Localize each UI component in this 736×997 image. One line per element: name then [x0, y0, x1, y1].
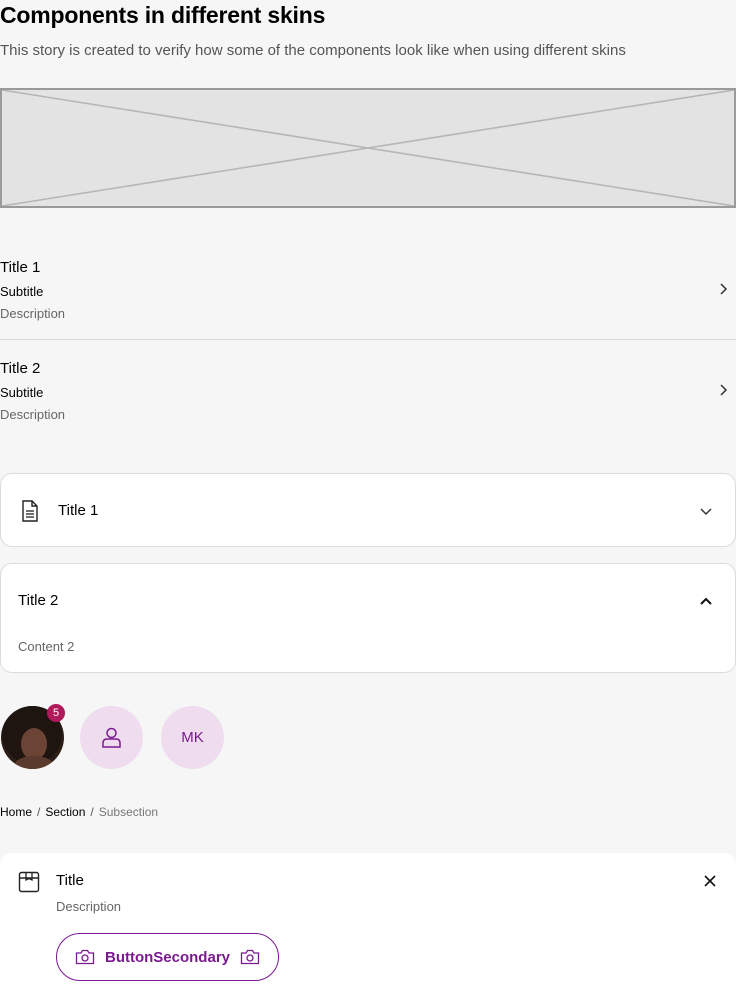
row-subtitle: Subtitle	[0, 385, 44, 400]
chevron-down-icon	[700, 508, 712, 516]
breadcrumb-separator: /	[90, 805, 94, 819]
chevron-up-icon	[700, 597, 712, 605]
box-icon	[18, 871, 40, 893]
avatar-icon[interactable]	[80, 706, 143, 769]
placeholder-cross-icon	[2, 90, 734, 206]
close-icon[interactable]	[704, 875, 716, 887]
accordion-title: Title 2	[18, 592, 59, 609]
camera-icon	[240, 949, 260, 965]
accordion-item-2[interactable]: Title 2 Content 2	[0, 563, 736, 673]
page-title: Components in different skins	[0, 2, 326, 28]
accordion-title: Title 1	[58, 502, 99, 519]
callout: Title Description ButtonSecondary	[0, 853, 736, 997]
breadcrumb-section[interactable]: Section	[45, 805, 85, 819]
row-subtitle: Subtitle	[0, 284, 44, 299]
chevron-right-icon	[720, 384, 728, 396]
accordion-content: Content 2	[18, 639, 75, 654]
row-title: Title 1	[0, 259, 41, 276]
button-secondary[interactable]: ButtonSecondary	[56, 933, 279, 981]
row-title: Title 2	[0, 360, 41, 377]
breadcrumb: Home / Section / Subsection	[0, 805, 158, 819]
image-placeholder	[0, 88, 736, 208]
breadcrumb-separator: /	[37, 805, 41, 819]
breadcrumb-current: Subsection	[98, 805, 159, 819]
row-description: Description	[0, 407, 66, 422]
list-row-2[interactable]: Title 2 Subtitle Description	[0, 340, 736, 441]
page-description: This story is created to verify how some…	[0, 42, 626, 59]
breadcrumb-home[interactable]: Home	[0, 805, 32, 819]
row-description: Description	[0, 306, 66, 321]
list-row-1[interactable]: Title 1 Subtitle Description	[0, 239, 736, 340]
notification-badge: 5	[47, 704, 65, 722]
callout-title: Title	[56, 872, 84, 889]
user-icon	[102, 727, 121, 748]
document-icon	[22, 500, 38, 522]
callout-description: Description	[56, 899, 122, 914]
button-label: ButtonSecondary	[104, 948, 230, 966]
accordion-item-1[interactable]: Title 1	[0, 473, 736, 547]
chevron-right-icon	[720, 283, 728, 295]
camera-icon	[75, 949, 95, 965]
avatar-initials[interactable]: MK	[161, 706, 224, 769]
